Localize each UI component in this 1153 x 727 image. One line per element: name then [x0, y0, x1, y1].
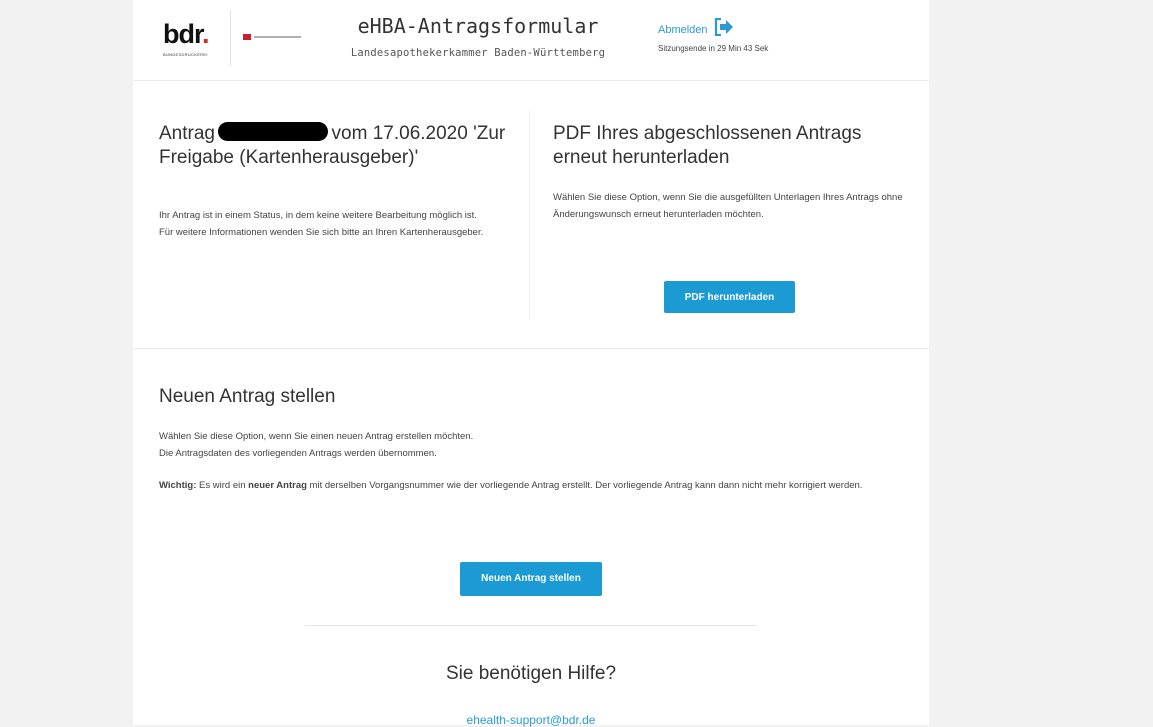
bdr-logo-subtext: BUNDESDRUCKEREI: [163, 52, 208, 57]
app-subtitle: Landesapothekerkammer Baden-Württemberg: [350, 47, 606, 59]
status-title: Antrag vom 17.06.2020 'Zur Freigabe (Kar…: [159, 122, 519, 170]
new-application-text-1: Wählen Sie diese Option, wenn Sie einen …: [159, 431, 474, 442]
new-application-text-2: Die Antragsdaten des vorliegenden Antrag…: [159, 447, 437, 459]
page-container: bdr. BUNDESDRUCKEREI eHBA-Antragsformula…: [133, 0, 929, 727]
pdf-download-button[interactable]: PDF herunterladen: [664, 281, 795, 313]
column-divider: [529, 110, 530, 320]
logo-divider: [230, 10, 231, 66]
status-text-1: Ihr Antrag ist in einem Status, in dem k…: [159, 210, 477, 221]
status-section: Antrag vom 17.06.2020 'Zur Freigabe (Kar…: [159, 122, 519, 238]
pdf-title: PDF Ihres abgeschlossenen Antrags erneut…: [553, 123, 862, 168]
redaction-mark: [218, 122, 329, 141]
new-application-button[interactable]: Neuen Antrag stellen: [460, 562, 602, 596]
status-text-2: Für weitere Informationen wenden Sie sic…: [159, 226, 484, 238]
status-title-prefix: Antrag: [159, 123, 215, 144]
important-text-part1: Es wird ein: [196, 480, 249, 491]
bdr-logo-mark: bdr.: [163, 19, 209, 49]
secondary-logo: [243, 33, 301, 41]
header: bdr. BUNDESDRUCKEREI eHBA-Antragsformula…: [133, 0, 929, 81]
logout-link[interactable]: Abmelden: [658, 17, 734, 41]
important-notice: Wichtig: Es wird ein neuer Antrag mit de…: [159, 478, 919, 495]
sign-out-icon[interactable]: [714, 17, 734, 41]
important-text-part2: mit derselben Vorgangsnummer wie der vor…: [306, 480, 863, 491]
pdf-section: PDF Ihres abgeschlossenen Antrags erneut…: [553, 122, 913, 220]
important-label: Wichtig:: [159, 480, 197, 491]
new-application-section: Neuen Antrag stellen Wählen Sie diese Op…: [159, 385, 919, 495]
footer-divider: [305, 625, 757, 626]
section-divider: [133, 348, 929, 349]
important-emphasis: neuer Antrag: [248, 480, 307, 491]
session-timer: Sitzungsende in 29 Min 43 Sek: [658, 44, 769, 53]
help-title: Sie benötigen Hilfe?: [445, 663, 617, 684]
pdf-text: Wählen Sie diese Option, wenn Sie die au…: [553, 192, 903, 220]
logout-label[interactable]: Abmelden: [658, 24, 708, 36]
app-title: eHBA-Antragsformular: [357, 14, 599, 38]
bdr-logo: bdr. BUNDESDRUCKEREI: [163, 20, 231, 62]
new-application-title: Neuen Antrag stellen: [159, 386, 336, 407]
